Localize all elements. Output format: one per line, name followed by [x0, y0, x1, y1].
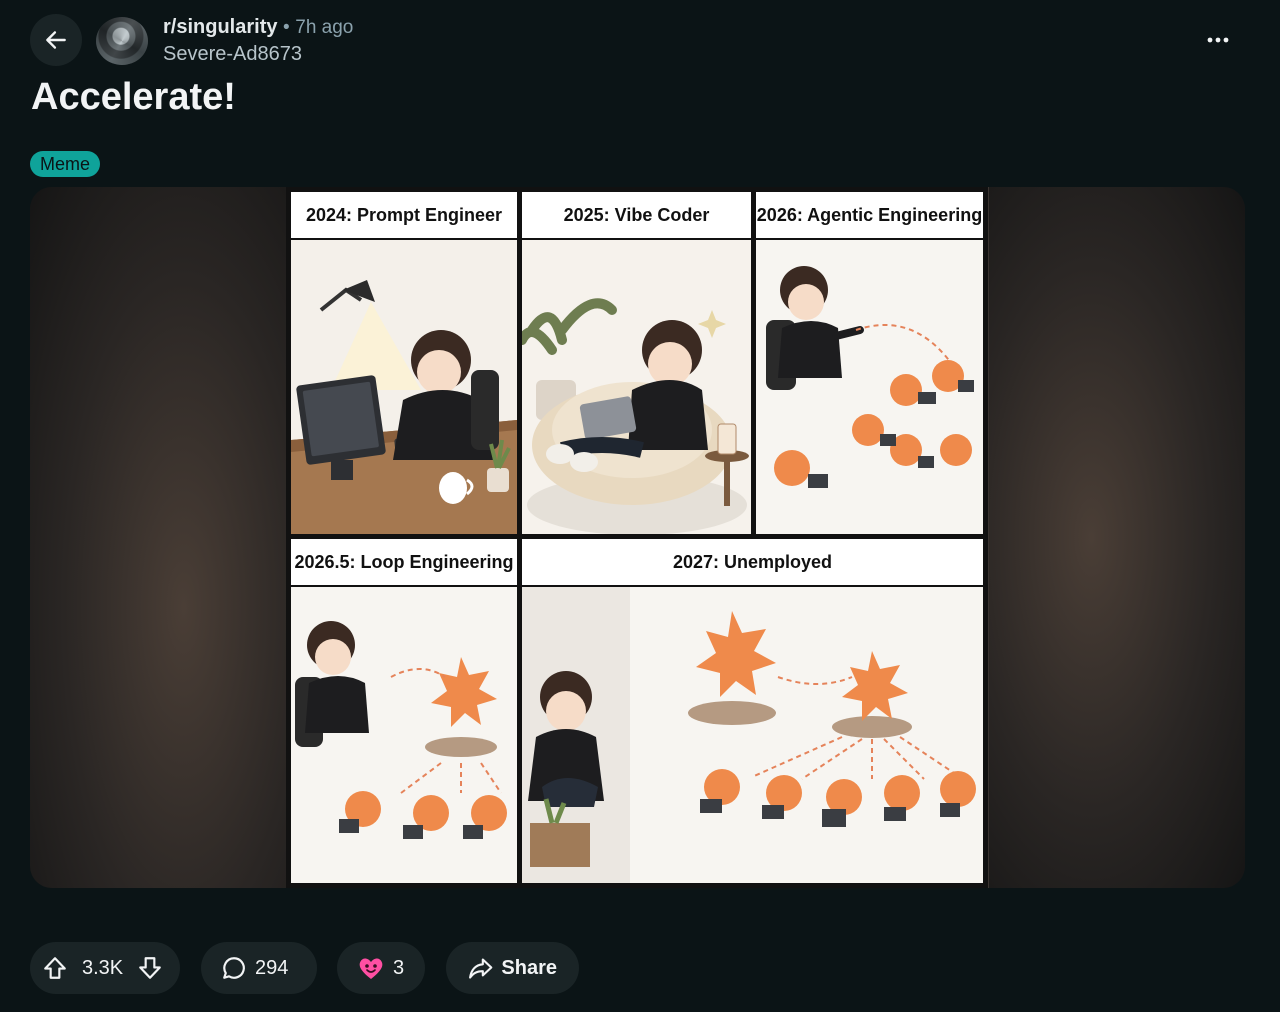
unemployed-scene [522, 587, 983, 883]
vote-group: 3.3K [30, 942, 180, 994]
vote-count: 3.3K [82, 956, 124, 979]
prompt-engineer-scene [291, 240, 517, 534]
subreddit-link[interactable]: r/singularity [163, 16, 277, 38]
comment-icon [223, 957, 245, 979]
post-flair[interactable]: Meme [30, 151, 101, 177]
panel-caption: 2024: Prompt Engineer [291, 192, 517, 241]
arrow-left-icon [46, 31, 66, 49]
more-horizontal-icon [1207, 37, 1229, 43]
comic-image: 2024: Prompt Engineer 2025: Vibe Coder 2… [286, 187, 988, 888]
comic-panel-3: 2026: Agentic Engineering [753, 189, 986, 537]
upvote-icon[interactable] [42, 955, 68, 981]
comment-count: 294 [255, 956, 289, 979]
comic-panel-4: 2026.5: Loop Engineering [288, 536, 520, 886]
more-options-button[interactable] [1200, 28, 1236, 52]
award-icon [359, 958, 383, 979]
panel-caption: 2026: Agentic Engineering [756, 192, 983, 241]
post-title[interactable]: Accelerate! [31, 74, 236, 120]
panel-caption: 2027: Unemployed [522, 539, 983, 588]
panel-caption: 2026.5: Loop Engineering [291, 539, 517, 588]
award-count: 3 [393, 956, 405, 979]
media-blur-left [30, 187, 286, 888]
comments-button[interactable]: 294 [201, 942, 317, 994]
meta-separator: • [283, 17, 290, 38]
agentic-engineering-scene [756, 240, 983, 534]
author-link[interactable]: Severe-Ad8673 [163, 42, 302, 66]
award-button[interactable]: 3 [337, 942, 425, 994]
loop-engineering-scene [291, 587, 517, 883]
share-icon [469, 958, 493, 979]
post-meta: r/singularity • 7h ago [163, 15, 353, 40]
post-time: 7h ago [295, 17, 354, 38]
comic-panel-2: 2025: Vibe Coder [519, 189, 754, 537]
post-media[interactable]: 2024: Prompt Engineer 2025: Vibe Coder 2… [30, 187, 1245, 888]
share-button[interactable]: Share [446, 942, 579, 994]
comic-panel-1: 2024: Prompt Engineer [288, 189, 520, 537]
share-label: Share [501, 956, 557, 979]
downvote-icon[interactable] [137, 955, 163, 981]
vibe-coder-scene [522, 240, 751, 534]
subreddit-avatar[interactable] [96, 17, 148, 65]
media-blur-right [989, 187, 1245, 888]
back-button[interactable] [30, 14, 82, 66]
comic-panel-5: 2027: Unemployed [519, 536, 986, 886]
panel-caption: 2025: Vibe Coder [522, 192, 751, 241]
